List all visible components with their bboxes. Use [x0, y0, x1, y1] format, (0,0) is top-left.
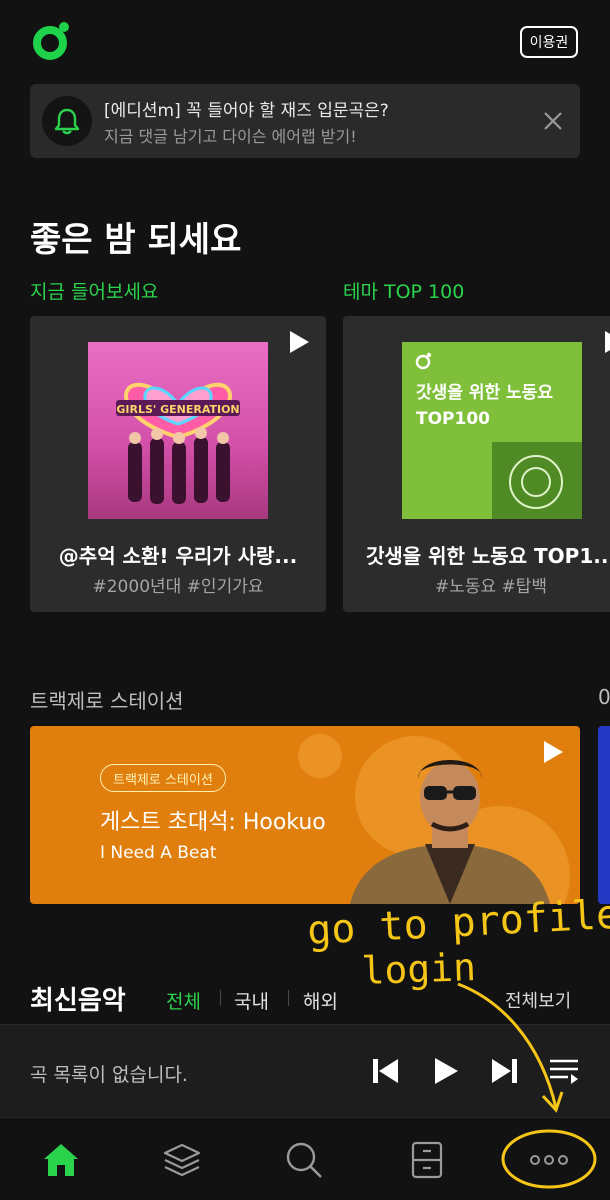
- section-label-theme-top[interactable]: 테마 TOP 100: [343, 277, 464, 304]
- tab-domestic[interactable]: 국내: [234, 987, 269, 1014]
- search-icon[interactable]: [282, 1138, 326, 1182]
- notice-subtitle: 지금 댓글 남기고 다이슨 에어랩 받기!: [104, 127, 357, 146]
- track-zero-banner[interactable]: 트랙제로 스테이션 게스트 초대석: Hookuo I Need A Beat: [30, 726, 580, 904]
- latest-music-heading: 최신음악: [30, 986, 126, 1016]
- play-icon[interactable]: [603, 330, 610, 354]
- subscription-pass-button[interactable]: 이용권: [520, 26, 578, 58]
- library-icon[interactable]: [405, 1138, 449, 1182]
- album-art-text: GIRLS' GENERATION: [116, 403, 239, 416]
- play-icon[interactable]: [542, 740, 564, 764]
- play-icon[interactable]: [288, 330, 310, 354]
- playlist-card[interactable]: GIRLS' GENERATION @추억 소환! 우리가 사랑... #200…: [30, 316, 326, 612]
- banner-title: 게스트 초대석: Hookuo: [100, 810, 326, 835]
- section-label-next: 0: [598, 685, 610, 709]
- section-label-track-zero[interactable]: 트랙제로 스테이션: [30, 685, 184, 714]
- section-label-now-listen[interactable]: 지금 들어보세요: [30, 277, 158, 304]
- tab-divider: [220, 990, 221, 1006]
- banner-subtitle: I Need A Beat: [100, 843, 217, 863]
- playlist-card[interactable]: 갓생을 위한 노동요 TOP100 갓생을 위한 노동요 TOP1... #노동…: [343, 316, 610, 612]
- card-tags: #노동요 #탑백: [434, 577, 548, 597]
- album-art: GIRLS' GENERATION: [88, 342, 268, 519]
- tab-overseas[interactable]: 해외: [303, 987, 338, 1014]
- card-title: 갓생을 위한 노동요 TOP1...: [365, 544, 610, 568]
- see-all-link[interactable]: 전체보기: [505, 987, 571, 1013]
- greeting-heading: 좋은 밤 되세요: [30, 220, 242, 260]
- track-zero-chip: 트랙제로 스테이션: [100, 764, 226, 792]
- tab-divider: [288, 990, 289, 1006]
- artist-photo: [350, 760, 550, 904]
- previous-icon[interactable]: [370, 1055, 402, 1087]
- tab-all[interactable]: 전체: [166, 987, 201, 1014]
- album-art-text: TOP100: [416, 409, 490, 429]
- bottom-nav: [0, 1117, 610, 1200]
- playlist-icon[interactable]: [548, 1055, 580, 1087]
- close-icon[interactable]: [542, 110, 564, 132]
- annotation-text-login: login: [361, 945, 477, 993]
- next-station-card[interactable]: [598, 726, 610, 904]
- card-tags: #2000년대 #인기가요: [92, 577, 264, 597]
- mini-player[interactable]: 곡 목록이 없습니다.: [0, 1024, 610, 1117]
- empty-playlist-text: 곡 목록이 없습니다.: [30, 1064, 188, 1086]
- more-icon[interactable]: [527, 1138, 571, 1182]
- bell-icon: [42, 96, 92, 146]
- album-art-text: 갓생을 위한 노동요: [416, 383, 553, 403]
- card-title: @추억 소환! 우리가 사랑...: [58, 544, 298, 568]
- layers-icon[interactable]: [160, 1138, 204, 1182]
- play-icon[interactable]: [430, 1055, 462, 1087]
- notice-title: [에디션m] 꼭 들어야 할 재즈 입문곡은?: [104, 101, 389, 121]
- next-icon[interactable]: [488, 1055, 520, 1087]
- album-art: 갓생을 위한 노동요 TOP100: [402, 342, 582, 519]
- notice-banner[interactable]: [에디션m] 꼭 들어야 할 재즈 입문곡은? 지금 댓글 남기고 다이슨 에어…: [30, 84, 580, 158]
- home-icon[interactable]: [39, 1138, 83, 1182]
- melon-logo-icon[interactable]: [30, 18, 74, 62]
